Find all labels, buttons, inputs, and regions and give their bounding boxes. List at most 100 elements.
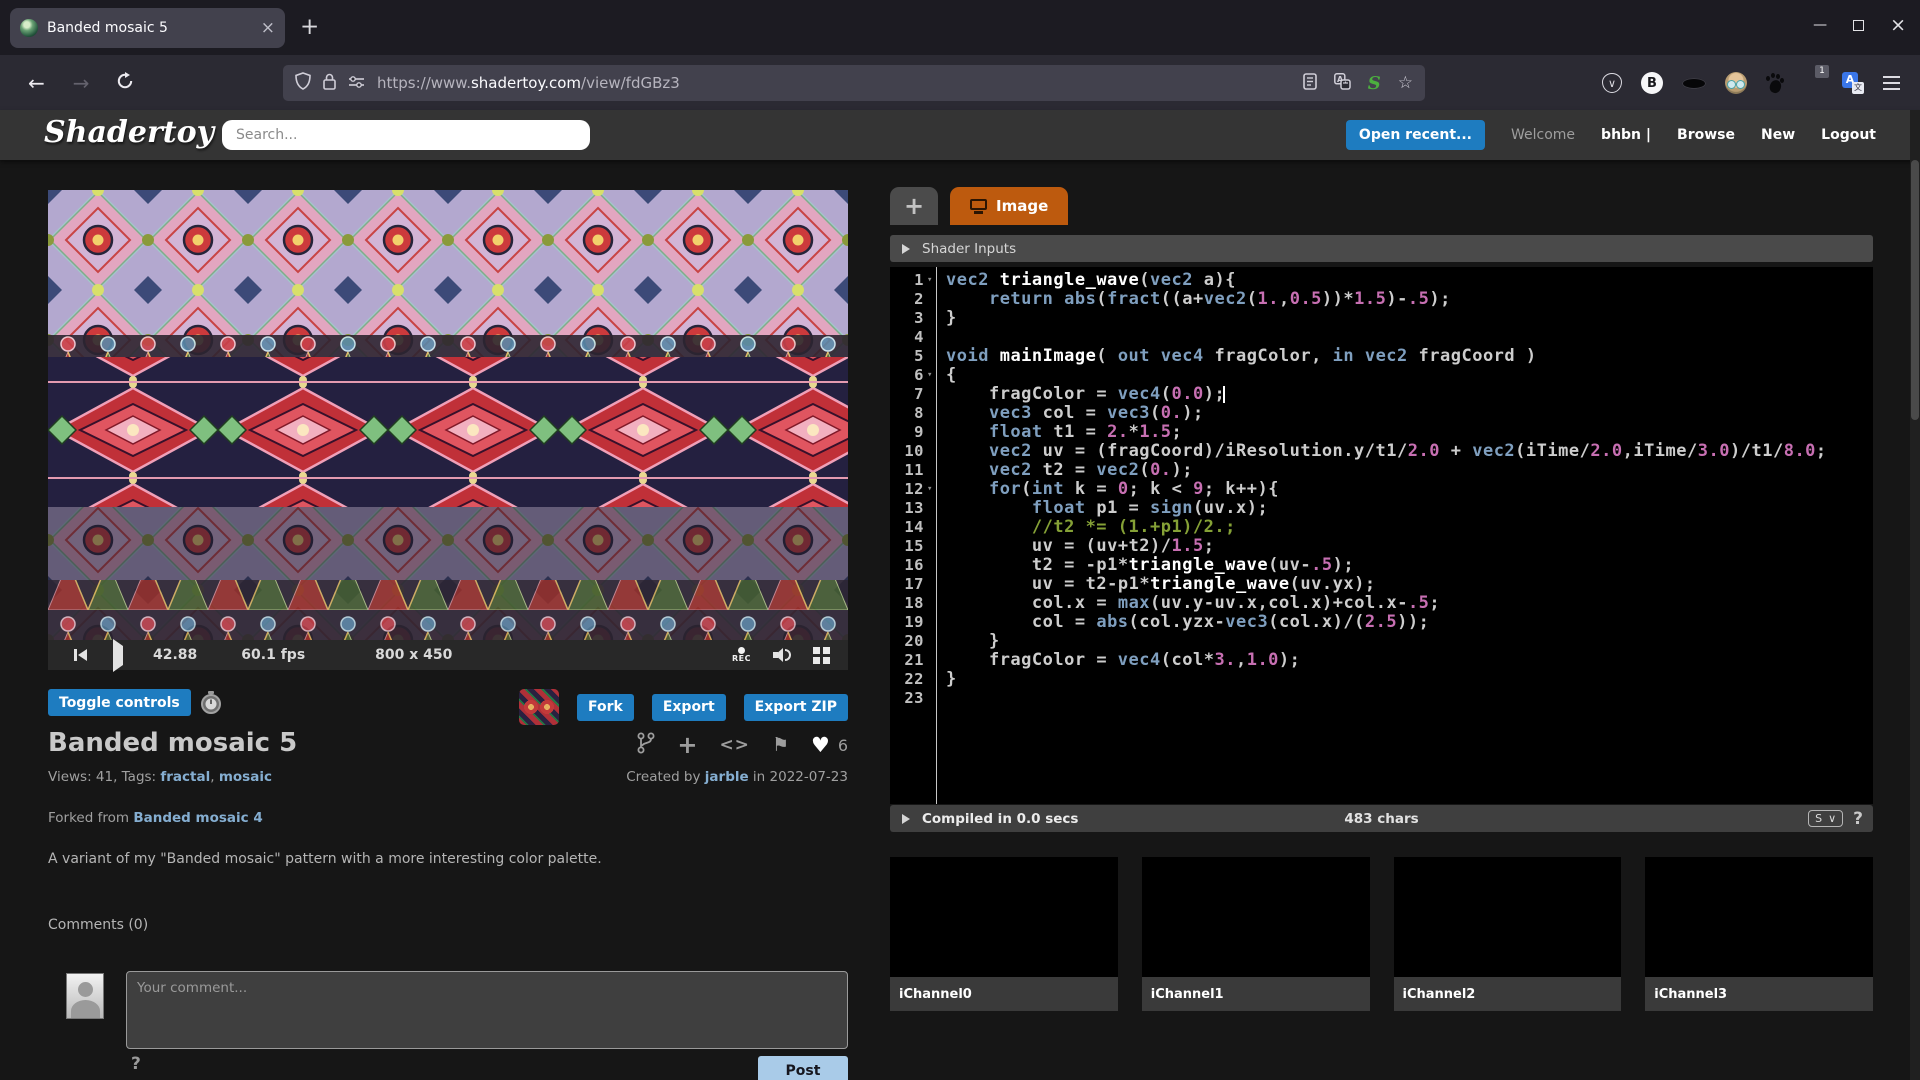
shader-thumbnail[interactable] — [518, 689, 559, 725]
code-line-8[interactable]: vec3 col = vec3(0.); — [946, 404, 1873, 423]
export-zip-button[interactable]: Export ZIP — [743, 693, 848, 721]
code-line-5[interactable]: void mainImage( out vec4 fragColor, in v… — [946, 347, 1873, 366]
timer-icon[interactable] — [200, 691, 222, 719]
code-line-10[interactable]: vec2 uv = (fragCoord)/iResolution.y/t1/2… — [946, 442, 1873, 461]
profile-avatar-icon[interactable] — [1725, 72, 1747, 94]
play-button[interactable] — [113, 638, 123, 672]
tracking-shield-icon[interactable] — [295, 72, 311, 94]
image-pass-tab[interactable]: Image — [950, 187, 1069, 225]
code-line-2[interactable]: return abs(fract((a+vec2(1.,0.5))*1.5)-.… — [946, 290, 1873, 309]
password-manager-icon[interactable]: B — [1641, 72, 1663, 94]
fork-button[interactable]: Fork — [576, 693, 634, 721]
code-line-14[interactable]: //t2 *= (1.+p1)/2.; — [946, 518, 1873, 537]
player-right-controls: REC — [732, 640, 848, 670]
code-line-23[interactable] — [946, 689, 1873, 708]
permissions-icon[interactable] — [348, 74, 365, 93]
shader-canvas[interactable] — [48, 190, 848, 640]
font-size-select[interactable]: S ∨ — [1808, 810, 1844, 827]
close-window-button[interactable]: × — [1890, 14, 1906, 36]
pocket-icon[interactable]: ∨ — [1602, 73, 1622, 93]
shader-inputs-bar[interactable]: Shader Inputs — [890, 235, 1873, 262]
forward-button[interactable]: → — [73, 71, 90, 95]
page-scrollbar[interactable] — [1910, 110, 1920, 1080]
forked-from-link[interactable]: Banded mosaic 4 — [133, 810, 262, 826]
comment-input[interactable] — [126, 971, 848, 1049]
comment-avatar — [66, 973, 104, 1019]
navigation-toolbar: ← → https://www.shadertoy.com/view/fdGBz… — [0, 55, 1920, 110]
code-line-7[interactable]: fragColor = vec4(0.0); — [946, 385, 1873, 404]
channel2-slot[interactable]: iChannel2 — [1393, 857, 1622, 1011]
channel3-slot[interactable]: iChannel3 — [1645, 857, 1873, 1011]
post-comment-button[interactable]: Post — [758, 1056, 848, 1080]
code-line-3[interactable]: } — [946, 309, 1873, 328]
userscript-extension-icon[interactable]: S — [1368, 73, 1381, 94]
add-to-playlist-icon[interactable]: + — [677, 733, 697, 757]
code-line-16[interactable]: t2 = -p1*triangle_wave(uv-.5); — [946, 556, 1873, 575]
embed-code-icon[interactable]: <> — [719, 735, 750, 755]
bookmark-star-icon[interactable]: ☆ — [1398, 73, 1413, 93]
reload-button[interactable] — [116, 71, 134, 94]
export-button[interactable]: Export — [651, 693, 726, 721]
comment-help-icon[interactable]: ? — [131, 1054, 141, 1074]
toggle-controls-button[interactable]: Toggle controls — [48, 689, 191, 716]
code-line-22[interactable]: } — [946, 670, 1873, 689]
code-line-1[interactable]: vec2 triangle_wave(vec2 a){ — [946, 271, 1873, 290]
scrollbar-thumb[interactable] — [1911, 160, 1919, 420]
code-line-6[interactable]: { — [946, 366, 1873, 385]
shadertoy-logo[interactable]: Shadertoy — [44, 115, 214, 150]
tab-close-icon[interactable]: × — [261, 18, 275, 38]
code-lines[interactable]: vec2 triangle_wave(vec2 a){ return abs(f… — [937, 267, 1873, 804]
shader-title: Banded mosaic 5 — [48, 728, 298, 758]
code-line-12[interactable]: for(int k = 0; k < 9; k++){ — [946, 480, 1873, 499]
tag-mosaic[interactable]: mosaic — [219, 769, 272, 785]
nav-new[interactable]: New — [1761, 127, 1795, 143]
volume-icon[interactable] — [773, 647, 791, 663]
code-line-13[interactable]: float p1 = sign(uv.x); — [946, 499, 1873, 518]
code-line-17[interactable]: uv = t2-p1*triangle_wave(uv.yx); — [946, 575, 1873, 594]
code-line-19[interactable]: col = abs(col.yzx-vec3(col.x)/(2.5)); — [946, 613, 1873, 632]
char-count: 483 chars — [1344, 810, 1419, 827]
channel0-slot[interactable]: iChannel0 — [890, 857, 1118, 1011]
fork-tree-icon[interactable] — [637, 732, 655, 758]
editor-help-icon[interactable]: ? — [1853, 809, 1863, 829]
username-link[interactable]: bhbn | — [1601, 127, 1651, 143]
code-line-20[interactable]: } — [946, 632, 1873, 651]
url-bar[interactable]: https://www.shadertoy.com/view/fdGBz3 A … — [283, 65, 1425, 101]
add-pass-tab[interactable]: + — [890, 187, 938, 225]
fullscreen-icon[interactable] — [813, 646, 830, 664]
record-button[interactable]: REC — [732, 647, 751, 663]
code-line-15[interactable]: uv = (uv+t2)/1.5; — [946, 537, 1873, 556]
code-line-9[interactable]: float t1 = 2.*1.5; — [946, 423, 1873, 442]
nav-logout[interactable]: Logout — [1821, 127, 1876, 143]
url-text[interactable]: https://www.shadertoy.com/view/fdGBz3 — [377, 74, 1291, 92]
export-actions: Fork Export Export ZIP — [518, 689, 848, 725]
channel3-label: iChannel3 — [1645, 977, 1873, 1011]
rewind-button[interactable] — [74, 649, 87, 661]
browser-tab[interactable]: Banded mosaic 5 × — [10, 8, 285, 48]
maximize-button[interactable] — [1853, 19, 1865, 31]
back-button[interactable]: ← — [28, 71, 45, 95]
code-editor[interactable]: 1 ▾ 2 3 4 5 6 ▾ 7 8 9 10 11 12 ▾ 13 14 15 16 17 18 19 20 21 22 23… — [890, 267, 1873, 804]
menu-icon[interactable] — [1883, 76, 1900, 90]
minimize-button[interactable]: — — [1813, 17, 1827, 33]
adblocker-icon[interactable]: 1 — [1803, 65, 1829, 94]
code-line-11[interactable]: vec2 t2 = vec2(0.); — [946, 461, 1873, 480]
new-tab-button[interactable]: + — [300, 14, 319, 40]
translate-extension-icon[interactable]: A 文 — [1842, 72, 1864, 94]
channel1-slot[interactable]: iChannel1 — [1141, 857, 1370, 1011]
reader-mode-icon[interactable] — [1302, 72, 1317, 94]
open-recent-button[interactable]: Open recent... — [1345, 120, 1485, 150]
dark-reader-icon[interactable] — [1682, 77, 1706, 89]
like-heart-icon[interactable]: ♥ — [811, 733, 830, 757]
search-input[interactable] — [222, 120, 590, 150]
report-flag-icon[interactable]: ⚑ — [772, 734, 789, 756]
tag-fractal[interactable]: fractal — [160, 769, 210, 785]
author-link[interactable]: jarble — [705, 769, 749, 785]
translate-page-icon[interactable]: A — [1333, 72, 1351, 94]
code-line-18[interactable]: col.x = max(uv.y-uv.x,col.x)+col.x-.5; — [946, 594, 1873, 613]
gnome-extension-icon[interactable] — [1766, 73, 1784, 95]
lock-icon[interactable] — [323, 73, 336, 94]
code-line-21[interactable]: fragColor = vec4(col*3.,1.0); — [946, 651, 1873, 670]
nav-browse[interactable]: Browse — [1677, 127, 1735, 143]
code-line-4[interactable] — [946, 328, 1873, 347]
